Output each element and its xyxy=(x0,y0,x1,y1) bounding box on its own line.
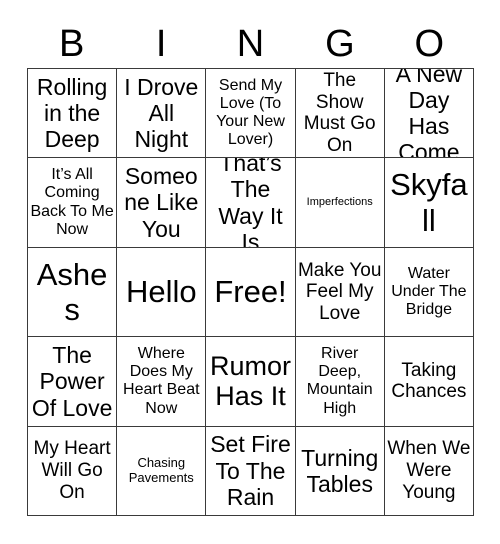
bingo-cell-label: Ashes xyxy=(36,256,108,327)
bingo-cell[interactable]: My Heart Will Go On xyxy=(28,426,118,516)
bingo-cell-label: Taking Chances xyxy=(391,359,467,403)
bingo-cell-label: Skyfall xyxy=(390,167,468,238)
bingo-cell[interactable]: The Show Must Go On xyxy=(295,69,385,159)
bingo-cell-label: Chasing Pavements xyxy=(128,454,194,485)
bingo-cell[interactable]: Make You Feel My Love xyxy=(295,247,385,338)
bingo-cell-label: Hello xyxy=(125,274,197,310)
bingo-cell-label: Someone Like You xyxy=(124,163,199,242)
bingo-cell[interactable]: That’s The Way It Is xyxy=(206,158,296,248)
bingo-cell-label: My Heart Will Go On xyxy=(33,438,111,503)
bingo-header-letter-b: B xyxy=(59,23,85,65)
bingo-header-letter-i: I xyxy=(155,23,167,65)
bingo-cell[interactable]: Taking Chances xyxy=(384,337,474,427)
bingo-cell[interactable]: Imperfections xyxy=(295,158,385,248)
bingo-cell-label: Rumor Has It xyxy=(209,350,291,412)
bingo-cell[interactable]: Someone Like You xyxy=(117,158,207,248)
bingo-cell-label: The Show Must Go On xyxy=(303,69,376,156)
bingo-cell[interactable]: A New Day Has Come xyxy=(384,69,474,159)
bingo-cell-label: River Deep, Mountain High xyxy=(306,344,373,417)
bingo-cell[interactable]: River Deep, Mountain High xyxy=(295,337,385,427)
bingo-cell-label: The Power Of Love xyxy=(31,342,113,421)
bingo-cell[interactable]: The Power Of Love xyxy=(28,337,118,427)
bingo-cell[interactable]: Set Fire To The Rain xyxy=(206,426,296,516)
bingo-header-letter-o: O xyxy=(414,23,445,65)
bingo-cell-label: Turning Tables xyxy=(301,444,379,497)
bingo-cell[interactable]: Skyfall xyxy=(384,158,474,248)
bingo-cell-label: Where Does My Heart Beat Now xyxy=(123,344,200,417)
bingo-cell[interactable]: I Drove All Night xyxy=(117,69,207,159)
bingo-header: BINGO xyxy=(27,20,474,68)
bingo-card: B I N G O Rolling in the Deep I Drove All Nig… xyxy=(0,0,500,544)
bingo-header-letter-n: N xyxy=(236,23,265,65)
bingo-cell-label: Make You Feel My Love xyxy=(297,259,382,324)
bingo-cell[interactable]: Rumor Has It xyxy=(206,337,296,427)
bingo-header-letter-g: G xyxy=(325,23,355,65)
bingo-grid: Rolling in the Deep I Drove All Night Send… xyxy=(27,68,474,516)
bingo-cell-label: Set Fire To The Rain xyxy=(210,431,291,510)
bingo-cell-label: That’s The Way It Is xyxy=(218,158,283,248)
bingo-cell-label: Send My Love (To Your New Lover) xyxy=(216,76,285,149)
bingo-cell[interactable]: Chasing Pavements xyxy=(117,426,207,516)
bingo-cell-label: Water Under The Bridge xyxy=(391,264,467,319)
bingo-cell-label: A New Day Has Come xyxy=(395,69,463,159)
bingo-cell[interactable]: Water Under The Bridge xyxy=(384,247,474,338)
bingo-cell[interactable]: Ashes xyxy=(28,247,118,338)
bingo-cell-label: I Drove All Night xyxy=(124,73,199,153)
bingo-cell-label: When We Were Young xyxy=(387,438,471,503)
bingo-cell[interactable]: Turning Tables xyxy=(295,426,385,516)
bingo-cell[interactable]: When We Were Young xyxy=(384,426,474,516)
bingo-cell[interactable]: Rolling in the Deep xyxy=(28,69,118,159)
bingo-cell[interactable]: Hello xyxy=(117,247,207,338)
bingo-cell-label: It’s All Coming Back To Me Now xyxy=(30,166,114,238)
bingo-cell-label: Imperfections xyxy=(306,196,373,209)
bingo-cell[interactable]: It’s All Coming Back To Me Now xyxy=(28,158,118,248)
bingo-cell-label: Rolling in the Deep xyxy=(36,73,108,153)
bingo-cell[interactable]: Send My Love (To Your New Lover) xyxy=(206,69,296,159)
bingo-cell-label: Free! xyxy=(214,274,287,310)
bingo-cell[interactable]: Where Does My Heart Beat Now xyxy=(117,337,207,427)
bingo-free-space-cell[interactable]: Free! xyxy=(206,247,296,338)
